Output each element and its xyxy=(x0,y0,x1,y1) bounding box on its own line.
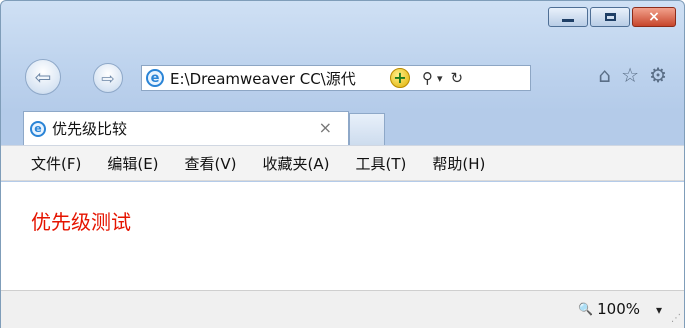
tab-row: e 优先级比较 × xyxy=(1,111,685,145)
refresh-icon[interactable]: ↻ xyxy=(451,69,464,87)
maximize-icon xyxy=(604,13,616,21)
menu-help[interactable]: 帮助(H) xyxy=(432,153,485,174)
menu-file[interactable]: 文件(F) xyxy=(31,153,81,174)
back-arrow-icon: ⇦ xyxy=(34,65,52,89)
maximize-button[interactable] xyxy=(590,7,630,27)
address-dropdown-icon[interactable]: ▾ xyxy=(437,72,443,85)
minimize-button[interactable] xyxy=(548,7,588,27)
zoom-level: 100% xyxy=(597,300,640,318)
tab-close-icon[interactable]: × xyxy=(319,118,332,137)
minimize-icon xyxy=(562,18,574,22)
tab-active[interactable]: e 优先级比较 × xyxy=(23,111,349,145)
page-content: 优先级测试 xyxy=(1,182,684,290)
zoom-control[interactable]: 🔍 100% xyxy=(578,300,640,318)
window-controls: × xyxy=(548,7,676,27)
menu-edit[interactable]: 编辑(E) xyxy=(107,153,158,174)
menu-tools[interactable]: 工具(T) xyxy=(355,153,406,174)
ie-page-icon: e xyxy=(146,69,164,87)
address-bar[interactable]: e E:\Dreamweaver CC\源代 + ⚲ ▾ ↻ xyxy=(141,65,531,91)
go-button[interactable]: + xyxy=(390,68,410,88)
zoom-dropdown-icon[interactable]: ▾ xyxy=(656,303,662,317)
forward-arrow-icon: ⇨ xyxy=(101,68,115,88)
home-icon[interactable]: ⌂ xyxy=(598,63,611,87)
resize-grip-icon[interactable]: ⋰ xyxy=(671,313,681,324)
menu-favorites[interactable]: 收藏夹(A) xyxy=(263,153,330,174)
zoom-magnifier-icon: 🔍 xyxy=(578,302,594,316)
menu-view[interactable]: 查看(V) xyxy=(185,153,237,174)
status-bar: 🔍 100% ▾ ⋰ xyxy=(1,290,684,328)
toolbar-icons: ⌂ ☆ ⚙ xyxy=(598,63,667,87)
favorites-star-icon[interactable]: ☆ xyxy=(621,63,639,87)
navigation-bar: ⇦ ⇨ e E:\Dreamweaver CC\源代 + ⚲ ▾ ↻ ⌂ ☆ ⚙ xyxy=(19,57,679,95)
search-icon[interactable]: ⚲ xyxy=(422,69,433,87)
back-button[interactable]: ⇦ xyxy=(25,59,61,95)
ie-tab-icon: e xyxy=(30,120,46,137)
tab-title: 优先级比较 xyxy=(52,120,128,138)
priority-test-text: 优先级测试 xyxy=(31,210,131,234)
close-icon: × xyxy=(648,9,660,25)
menu-bar: 文件(F) 编辑(E) 查看(V) 收藏夹(A) 工具(T) 帮助(H) xyxy=(1,145,684,181)
close-button[interactable]: × xyxy=(632,7,676,27)
new-tab-button[interactable] xyxy=(349,113,385,145)
browser-window: × ⇦ ⇨ e E:\Dreamweaver CC\源代 + ⚲ ▾ ↻ ⌂ ☆… xyxy=(0,0,685,328)
forward-button[interactable]: ⇨ xyxy=(93,63,123,93)
plus-icon: + xyxy=(393,68,407,87)
settings-gear-icon[interactable]: ⚙ xyxy=(649,63,667,87)
address-text[interactable]: E:\Dreamweaver CC\源代 xyxy=(170,68,386,89)
